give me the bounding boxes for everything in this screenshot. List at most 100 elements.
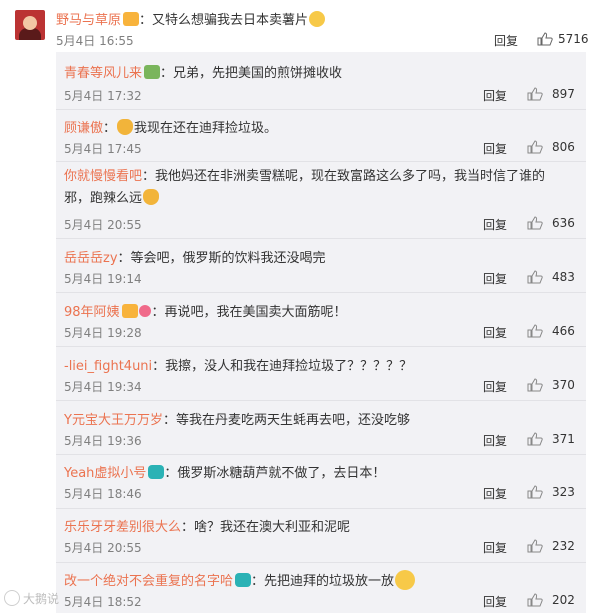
camera-badge-icon xyxy=(235,573,252,587)
list-item: 青春等风儿来 ：兄弟，先把美国的煎饼摊收收 xyxy=(64,62,342,81)
like-count: 5716 xyxy=(558,32,589,46)
divider xyxy=(56,562,586,563)
cat-emoji-icon xyxy=(117,119,134,135)
list-item: Yeah虚拟小号 ：俄罗斯冰糖葫芦就不做了，去日本！ xyxy=(64,462,385,481)
list-item: 岳岳岳zy：等会吧，俄罗斯的饮料我还没喝完 xyxy=(64,247,326,266)
like-icon[interactable] xyxy=(527,539,543,553)
list-item: 98年阿姨 ：再说吧，我在美国卖大面筋呢！ xyxy=(64,301,347,320)
comment-time: 5月4日 19:34 xyxy=(64,380,142,394)
reply-button[interactable]: 回复 xyxy=(483,87,507,104)
reply-button[interactable]: 回复 xyxy=(494,32,518,49)
list-item: 改一个绝对不会重复的名字哈 ：先把迪拜的垃圾放一放 xyxy=(64,570,416,590)
like-icon[interactable] xyxy=(527,216,543,230)
comment-time: 5月4日 17:32 xyxy=(64,89,142,103)
laugh-emoji-icon xyxy=(395,570,416,590)
cat-emoji-icon xyxy=(143,189,160,205)
camera-badge-icon xyxy=(148,465,165,479)
divider xyxy=(56,238,586,239)
watermark: 大鹅说 xyxy=(4,590,59,607)
heart-badge-icon xyxy=(138,305,151,317)
like-icon[interactable] xyxy=(527,432,543,446)
reply-button[interactable]: 回复 xyxy=(483,216,507,233)
comment-text: ：等会吧，俄罗斯的饮料我还没喝完 xyxy=(117,251,326,266)
username-link[interactable]: -liei_fight4uni xyxy=(64,359,152,374)
like-count: 466 xyxy=(552,324,575,338)
username-link[interactable]: 野马与草原 xyxy=(56,13,121,28)
comment-time: 5月4日 19:36 xyxy=(64,434,142,448)
comment-time: 5月4日 20:55 xyxy=(64,541,142,555)
comment-time: 5月4日 19:14 xyxy=(64,272,142,286)
like-count: 370 xyxy=(552,378,575,392)
main-comment-line: 野马与草原 ：又特么想骗我去日本卖薯片 xyxy=(56,9,326,28)
grin-emoji-icon xyxy=(309,11,326,27)
avatar[interactable] xyxy=(15,10,45,40)
divider xyxy=(56,400,586,401)
like-icon[interactable] xyxy=(527,270,543,284)
like-icon[interactable] xyxy=(527,378,543,392)
comment-time: 5月4日 16:55 xyxy=(56,34,134,48)
main-comment: 野马与草原 ：又特么想骗我去日本卖薯片 5月4日 16:55 回复 5716 xyxy=(0,0,600,52)
comment-time: 5月4日 18:46 xyxy=(64,487,142,501)
comment-text: ：等我在丹麦吃两天生蚝再去吧，还没吃够 xyxy=(162,413,410,428)
list-item: 你就慢慢看吧：我他妈还在非洲卖雪糕呢，现在致富路这么多了吗，我当时信了谁的邪，跑… xyxy=(64,166,564,210)
comment-text: ：先把迪拜的垃圾放一放 xyxy=(251,574,395,589)
like-count: 371 xyxy=(552,432,575,446)
comment-text: ：兄弟，先把美国的煎饼摊收收 xyxy=(160,66,343,81)
comment-text: ：再说吧，我在美国卖大面筋呢！ xyxy=(151,305,347,320)
divider xyxy=(56,346,586,347)
username-link[interactable]: 98年阿姨 xyxy=(64,305,120,320)
list-item: 乐乐牙牙差别很大么：啥？我还在澳大利亚和泥呢 xyxy=(64,516,350,535)
reply-button[interactable]: 回复 xyxy=(483,270,507,287)
reply-button[interactable]: 回复 xyxy=(483,378,507,395)
like-count: 232 xyxy=(552,539,575,553)
reply-button[interactable]: 回复 xyxy=(483,539,507,556)
username-link[interactable]: 你就慢慢看吧 xyxy=(64,169,142,184)
comment-text: ：又特么想骗我去日本卖薯片 xyxy=(139,13,309,28)
divider xyxy=(56,109,586,110)
like-icon[interactable] xyxy=(527,324,543,338)
reply-button[interactable]: 回复 xyxy=(483,485,507,502)
divider xyxy=(56,508,586,509)
like-count: 636 xyxy=(552,216,575,230)
like-icon[interactable] xyxy=(527,140,543,154)
like-count: 897 xyxy=(552,87,575,101)
like-count: 806 xyxy=(552,140,575,154)
username-link[interactable]: 岳岳岳zy xyxy=(64,251,118,266)
comment-text: ：俄罗斯冰糖葫芦就不做了，去日本！ xyxy=(164,466,386,481)
comment-time: 5月4日 19:28 xyxy=(64,326,142,340)
username-link[interactable]: 改一个绝对不会重复的名字哈 xyxy=(64,574,233,589)
comment-text: ：啥？我还在澳大利亚和泥呢 xyxy=(181,520,351,535)
like-icon[interactable] xyxy=(537,32,553,46)
username-link[interactable]: 顾谦傲 xyxy=(64,121,103,136)
reply-button[interactable]: 回复 xyxy=(483,140,507,157)
divider xyxy=(56,161,586,162)
reply-button[interactable]: 回复 xyxy=(483,432,507,449)
like-count: 323 xyxy=(552,485,575,499)
vip-badge-icon xyxy=(121,304,138,318)
like-icon[interactable] xyxy=(527,87,543,101)
username-link[interactable]: 乐乐牙牙差别很大么 xyxy=(64,520,181,535)
username-link[interactable]: Y元宝大王万万岁 xyxy=(64,413,163,428)
like-count: 483 xyxy=(552,270,575,284)
list-item: -liei_fight4uni：我擦，没人和我在迪拜捡垃圾了？？？？？ xyxy=(64,355,412,374)
comment-time: 5月4日 17:45 xyxy=(64,142,142,156)
like-icon[interactable] xyxy=(527,593,543,607)
divider xyxy=(56,292,586,293)
like-count: 202 xyxy=(552,593,575,607)
comment-text: 我现在还在迪拜捡垃圾。 xyxy=(134,121,278,136)
watermark-text: 大鹅说 xyxy=(23,592,60,606)
rank-badge-icon xyxy=(144,65,161,79)
comment-time: 5月4日 20:55 xyxy=(64,218,142,232)
list-item: Y元宝大王万万岁：等我在丹麦吃两天生蚝再去吧，还没吃够 xyxy=(64,409,410,428)
divider xyxy=(56,454,586,455)
like-icon[interactable] xyxy=(527,485,543,499)
list-item: 顾谦傲： 我现在还在迪拜捡垃圾。 xyxy=(64,119,278,136)
username-link[interactable]: Yeah虚拟小号 xyxy=(64,466,146,481)
watermark-icon xyxy=(4,590,20,606)
vip-badge-icon xyxy=(123,12,140,26)
reply-button[interactable]: 回复 xyxy=(483,593,507,610)
username-link[interactable]: 青春等风儿来 xyxy=(64,66,142,81)
comment-time: 5月4日 18:52 xyxy=(64,595,142,609)
comment-text: ：我擦，没人和我在迪拜捡垃圾了？？？？？ xyxy=(152,359,413,374)
reply-button[interactable]: 回复 xyxy=(483,324,507,341)
